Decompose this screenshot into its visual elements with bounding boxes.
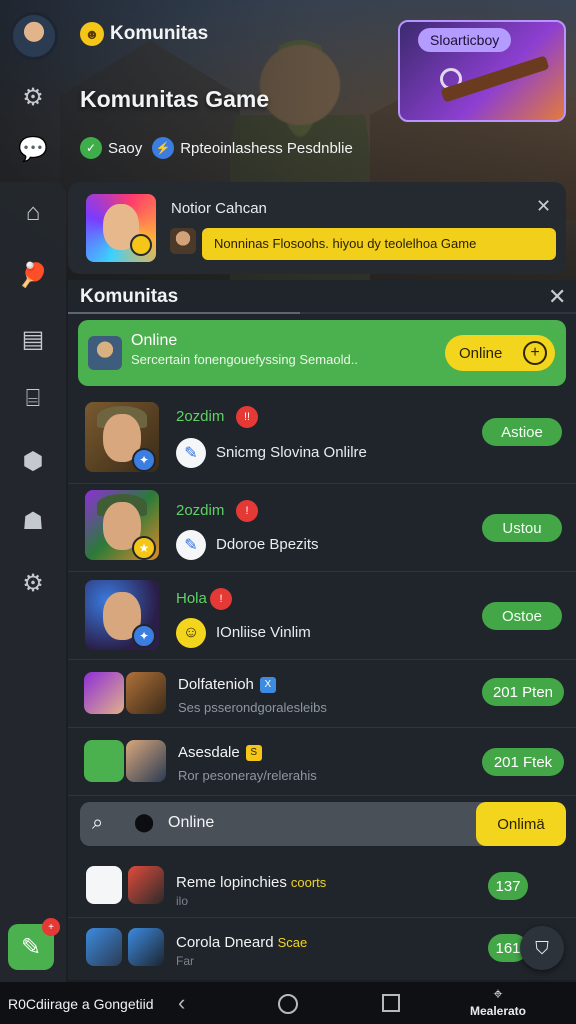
ghost-icon[interactable]: ☗: [16, 504, 50, 538]
hero-tag-2[interactable]: ⚡ Rpteoinlashess Pesdnblie: [152, 137, 353, 159]
notification-dot: +: [42, 918, 60, 936]
notification-title: Notior Cahcan: [171, 200, 267, 217]
post-action-button[interactable]: Ustou: [482, 514, 562, 542]
search-label: Online: [168, 814, 215, 831]
home-icon[interactable]: ⌂: [16, 196, 50, 230]
chat-bubble-icon[interactable]: 💬: [16, 132, 50, 166]
friend-name: Reme lopinchies coorts: [176, 874, 327, 891]
avatar-icon: ☺: [176, 618, 206, 648]
search-icon: ⌕: [92, 812, 104, 834]
compose-button[interactable]: ✎ +: [8, 918, 60, 970]
group-thumbnail: [84, 672, 124, 714]
group-thumbnail: [126, 672, 166, 714]
notification-card[interactable]: Notior Cahcan ✕ Nonninas Flosoohs. hiyou…: [68, 182, 566, 274]
check-icon: ✓: [80, 137, 102, 159]
notification-count: !!: [236, 406, 258, 428]
plus-circle-icon: +: [523, 341, 547, 365]
tray-icon[interactable]: ⌸: [16, 382, 50, 416]
post-row[interactable]: ★ 2ozdim ! ✎ Ddoroe Bpezits Ustou: [68, 484, 576, 572]
group-action-button[interactable]: 201 Ftek: [482, 748, 564, 776]
friend-name: Corola Dneard Scae: [176, 934, 308, 951]
group-subtitle: Ror pesoneray/relerahis: [178, 768, 317, 783]
settings-icon[interactable]: ⚙: [16, 566, 50, 600]
promo-card[interactable]: Sloarticboy: [398, 20, 566, 122]
post-text: IOnliise Vinlim: [216, 624, 311, 641]
shield-button[interactable]: ⛉: [520, 926, 564, 970]
online-button[interactable]: Online +: [445, 335, 555, 371]
group-row[interactable]: Dolfatenioh X Ses psserondgoralesleibs 2…: [68, 660, 576, 728]
panel-close-icon[interactable]: ✕: [548, 284, 566, 310]
notification-avatar: [170, 228, 196, 254]
friend-icon: [86, 928, 122, 966]
hero-tags: ✓ Saoy ⚡ Rpteoinlashess Pesdnblie: [80, 137, 353, 159]
cube-icon[interactable]: ⬢: [16, 444, 50, 478]
search-online-button[interactable]: Onlimä: [476, 802, 566, 846]
group-name: Asesdale S: [178, 744, 262, 761]
group-action-button[interactable]: 201 Pten: [482, 678, 564, 706]
post-row[interactable]: ✦ Hola ! ☺ IOnliise Vinlim Ostoe: [68, 572, 576, 660]
post-author: 2ozdim: [176, 502, 225, 519]
pin-icon: ⬤: [134, 812, 155, 832]
post-author: Hola: [176, 590, 207, 607]
close-icon[interactable]: ✕: [536, 196, 551, 217]
post-action-button[interactable]: Astioe: [482, 418, 562, 446]
friend-row[interactable]: Corola Dneard Scae Far 161: [68, 918, 576, 980]
star-badge-icon: [130, 234, 152, 256]
hero-title: Komunitas Game: [80, 86, 270, 112]
notification-count: !: [210, 588, 232, 610]
group-subtitle: Ses psserondgoralesleibs: [178, 700, 327, 715]
star-badge-icon: ★: [132, 536, 156, 560]
friend-subtitle: ilo: [176, 894, 189, 908]
online-banner-title: Online: [131, 332, 178, 349]
friend-avatar: [128, 928, 164, 966]
pencil-icon: ✎: [176, 530, 206, 560]
post-text: Ddoroe Bpezits: [216, 536, 319, 553]
post-author: 2ozdim: [176, 408, 225, 425]
bolt-badge-icon: ✦: [132, 448, 156, 472]
friend-icon: [86, 866, 122, 904]
navbar-left-label[interactable]: R0Cdiirage a Gongetiid: [8, 996, 154, 1012]
home-circle-icon[interactable]: [278, 994, 298, 1014]
gear-icon[interactable]: ⚙: [16, 80, 50, 114]
pencil-icon: ✎: [176, 438, 206, 468]
inbox-icon[interactable]: ▤: [16, 322, 50, 356]
group-thumbnail: [84, 740, 124, 782]
online-search-bar[interactable]: ⌕ ⬤ Online Onlimä: [80, 802, 566, 846]
panel-header: Komunitas ✕: [68, 280, 576, 314]
bottom-navbar: R0Cdiirage a Gongetiid ‹ ⌖ Mealerato: [0, 982, 576, 1024]
post-text: Snicmg Slovina Onlilre: [216, 444, 367, 461]
friend-avatar: [128, 866, 164, 904]
group-name: Dolfatenioh X: [178, 676, 276, 693]
app-title: ☻ Komunitas: [80, 22, 208, 46]
promo-label: Sloarticboy: [418, 28, 512, 52]
online-banner-subtitle: Sercertain fonengouefyssing Semaold..: [131, 352, 358, 367]
online-banner-avatar: [88, 336, 122, 370]
friend-subtitle: Far: [176, 954, 194, 968]
friend-row[interactable]: Reme lopinchies coorts ilo 137: [68, 856, 576, 918]
smile-emoji-icon: ☻: [80, 22, 104, 46]
notification-count: !: [236, 500, 258, 522]
group-row[interactable]: Asesdale S Ror pesoneray/relerahis 201 F…: [68, 728, 576, 796]
group-badge: S: [245, 744, 262, 761]
back-icon[interactable]: ‹: [178, 990, 185, 1016]
left-sidebar: ⌂ 🏓 ▤ ⌸ ⬢ ☗ ⚙: [0, 182, 66, 982]
post-row[interactable]: ✦ 2ozdim !! ✎ Snicmg Slovina Onlilre Ast…: [68, 392, 576, 484]
community-panel: Komunitas ✕ Online Sercertain fonengouef…: [68, 280, 576, 980]
ping-pong-icon[interactable]: 🏓: [16, 258, 50, 292]
group-badge: X: [259, 676, 276, 693]
bolt-badge-icon: ✦: [132, 624, 156, 648]
panel-title: Komunitas: [80, 286, 179, 307]
hero-tag-1[interactable]: ✓ Saoy: [80, 137, 142, 159]
group-thumbnail: [126, 740, 166, 782]
location-icon: ⌖: [493, 986, 503, 1003]
recents-icon[interactable]: [382, 994, 400, 1012]
friend-count-badge[interactable]: 137: [488, 872, 528, 900]
navbar-right-item[interactable]: ⌖ Mealerato: [466, 986, 530, 1018]
notification-message[interactable]: Nonninas Flosoohs. hiyou dy teolelhoa Ga…: [202, 228, 556, 260]
user-avatar[interactable]: [10, 12, 58, 60]
online-banner[interactable]: Online Sercertain fonengouefyssing Semao…: [78, 320, 566, 386]
bolt-icon: ⚡: [152, 137, 175, 159]
post-action-button[interactable]: Ostoe: [482, 602, 562, 630]
